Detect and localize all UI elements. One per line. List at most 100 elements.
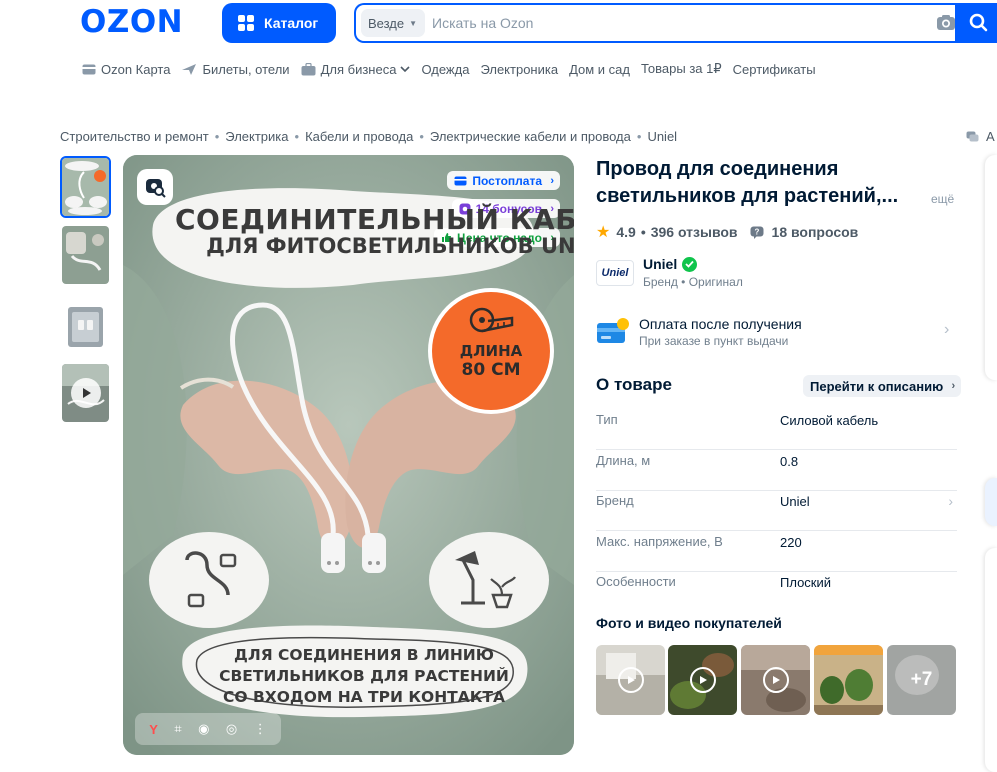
chevron-right-icon: › (951, 380, 956, 392)
customer-video-thumbnail[interactable] (741, 645, 810, 715)
image-headline-line1: СОЕДИНИТЕЛЬНЫЙ КАБЕЛЬ (175, 203, 574, 236)
subnav-tickets[interactable]: Билеты, отели (181, 61, 290, 77)
spec-row-brand[interactable]: Бренд Uniel › (596, 490, 957, 531)
chevron-down-icon (400, 66, 411, 73)
brand-name: Uniel (643, 256, 678, 272)
question-icon: ? (750, 226, 764, 239)
spec-value: Uniel (780, 494, 810, 509)
breadcrumb-separator: • (214, 129, 220, 144)
share-link[interactable]: А (966, 129, 995, 144)
delivery-card-edge (985, 478, 997, 526)
breadcrumb-item[interactable]: Uniel (647, 129, 677, 144)
image-caption: ДЛЯ СОЕДИНЕНИЯ В ЛИНИЮ СВЕТИЛЬНИКОВ ДЛЯ … (196, 645, 532, 708)
subnav-label: Для бизнеса (320, 61, 397, 77)
gallery-thumbnail-2[interactable] (60, 224, 111, 286)
breadcrumb-item[interactable]: Электрика (225, 129, 288, 144)
yandex-icon[interactable]: Y (149, 722, 158, 737)
breadcrumb-separator: • (294, 129, 300, 144)
spec-row: Тип Силовой кабель (596, 409, 957, 450)
search-input[interactable] (432, 15, 935, 31)
customer-photos-heading: Фото и видео покупателей (596, 615, 782, 631)
rating-separator: • (640, 224, 646, 240)
similar-search-button[interactable] (137, 169, 173, 205)
image-headline-line2: ДЛЯ ФИТОСВЕТИЛЬНИКОВ UNIEL (206, 234, 574, 258)
postpay-badge-label: Постоплата (472, 173, 542, 188)
postpay-badge[interactable]: Постоплата › (447, 171, 560, 190)
customer-video-thumbnail[interactable] (668, 645, 737, 715)
spec-key: Макс. напряжение, В (596, 534, 723, 549)
thumbnail-image (62, 226, 109, 284)
rating-value: 4.9 (616, 224, 636, 240)
camera-search-icon[interactable] (935, 12, 957, 34)
subnav-one-ruble[interactable]: Товары за 1₽ (641, 61, 722, 77)
tape-measure-icon (469, 307, 514, 333)
svg-text:?: ? (754, 227, 759, 236)
search-submit-button[interactable] (955, 3, 997, 43)
spec-value: 220 (780, 535, 802, 550)
subnav-business[interactable]: Для бизнеса (301, 61, 411, 77)
customer-photo-thumbnail[interactable] (814, 645, 883, 715)
more-customer-photos[interactable]: +7 (887, 645, 956, 715)
goto-description-button[interactable]: Перейти к описанию › (803, 375, 962, 397)
scan-icon[interactable]: ⌗ (174, 721, 181, 737)
goto-description-label: Перейти к описанию (810, 378, 944, 394)
breadcrumb-item[interactable]: Строительство и ремонт (60, 129, 209, 144)
rating-summary[interactable]: ★ 4.9 • 396 отзывов ? 18 вопросов (596, 222, 858, 242)
spec-row: Длина, м 0.8 (596, 450, 957, 491)
reviews-count[interactable]: 396 отзывов (651, 224, 738, 240)
length-value: 80 СМ (461, 360, 521, 380)
breadcrumb-item[interactable]: Электрические кабели и провода (430, 129, 631, 144)
customer-video-thumbnail[interactable] (596, 645, 665, 715)
chevron-right-icon: › (948, 493, 953, 509)
payment-option-title[interactable]: Оплата после получения (639, 316, 802, 332)
search-scope-select[interactable]: Везде ▼ (361, 9, 426, 37)
about-heading: О товаре (596, 375, 672, 394)
more-icon[interactable]: ⋮ (254, 721, 267, 737)
breadcrumb-item[interactable]: Кабели и провода (305, 129, 413, 144)
subnav-home-garden[interactable]: Дом и сад (569, 61, 630, 77)
catalog-button[interactable]: Каталог (222, 3, 336, 43)
search-icon (969, 13, 988, 32)
search-bar: Везде ▼ (354, 3, 997, 43)
eye-icon[interactable]: ◉ (198, 721, 209, 737)
share-link-label: А (986, 129, 995, 144)
briefcase-icon (301, 62, 316, 75)
breadcrumb: Строительство и ремонт • Электрика • Каб… (60, 129, 677, 144)
brand-subtitle: Бренд • Оригинал (643, 275, 743, 289)
ozon-logo[interactable]: OZON (80, 4, 183, 40)
play-icon (762, 667, 789, 693)
brand-logo[interactable]: Uniel (596, 260, 634, 286)
product-title: Провод для соединения светильников для р… (596, 158, 899, 207)
camera-icon[interactable]: ◎ (226, 721, 237, 737)
spec-row: Особенности Плоский (596, 571, 957, 612)
subnav-label: Билеты, отели (202, 61, 290, 77)
subnav-ozon-card[interactable]: Ozon Карта (82, 61, 170, 77)
subnav-electronics[interactable]: Электроника (480, 61, 558, 77)
subnav-certificates[interactable]: Сертификаты (733, 61, 816, 77)
subnav-clothes[interactable]: Одежда (421, 61, 469, 77)
spec-value: 0.8 (780, 454, 799, 469)
title-more-link[interactable]: ещё (931, 192, 954, 206)
image-caption-line2: СВЕТИЛЬНИКОВ ДЛЯ РАСТЕНИЙ (219, 667, 509, 685)
chevron-right-icon[interactable]: › (944, 321, 949, 339)
play-icon (70, 378, 101, 408)
gallery-thumbnail-3[interactable] (60, 296, 111, 358)
questions-count[interactable]: 18 вопросов (772, 224, 859, 240)
sub-navigation: Ozon Карта Билеты, отели Для бизнеса Оде… (82, 61, 827, 77)
image-caption-line1: ДЛЯ СОЕДИНЕНИЯ В ЛИНИЮ (234, 646, 494, 664)
subnav-label: Товары за 1₽ (641, 61, 722, 76)
length-badge: ДЛИНА 80 СМ (432, 292, 550, 410)
search-similar-icon (146, 179, 166, 198)
image-caption-line3: СО ВХОДОМ НА ТРИ КОНТАКТА (223, 688, 505, 706)
gallery-thumbnail-video[interactable] (60, 362, 111, 424)
brand-link[interactable]: Uniel (643, 256, 698, 272)
subnav-label: Сертификаты (732, 61, 816, 77)
gallery-thumbnail-1[interactable] (60, 156, 111, 218)
star-icon: ★ (596, 224, 611, 241)
payment-option-subtitle: При заказе в пункт выдачи (639, 334, 789, 348)
image-toolbar: Y ⌗ ◉ ◎ ⋮ (135, 713, 281, 745)
main-product-image[interactable]: Постоплата › 14 бонусов › Цена что надо … (123, 155, 574, 755)
spec-key: Бренд (596, 493, 634, 508)
chevron-right-icon: › (550, 174, 554, 187)
subnav-label: Одежда (421, 61, 470, 77)
